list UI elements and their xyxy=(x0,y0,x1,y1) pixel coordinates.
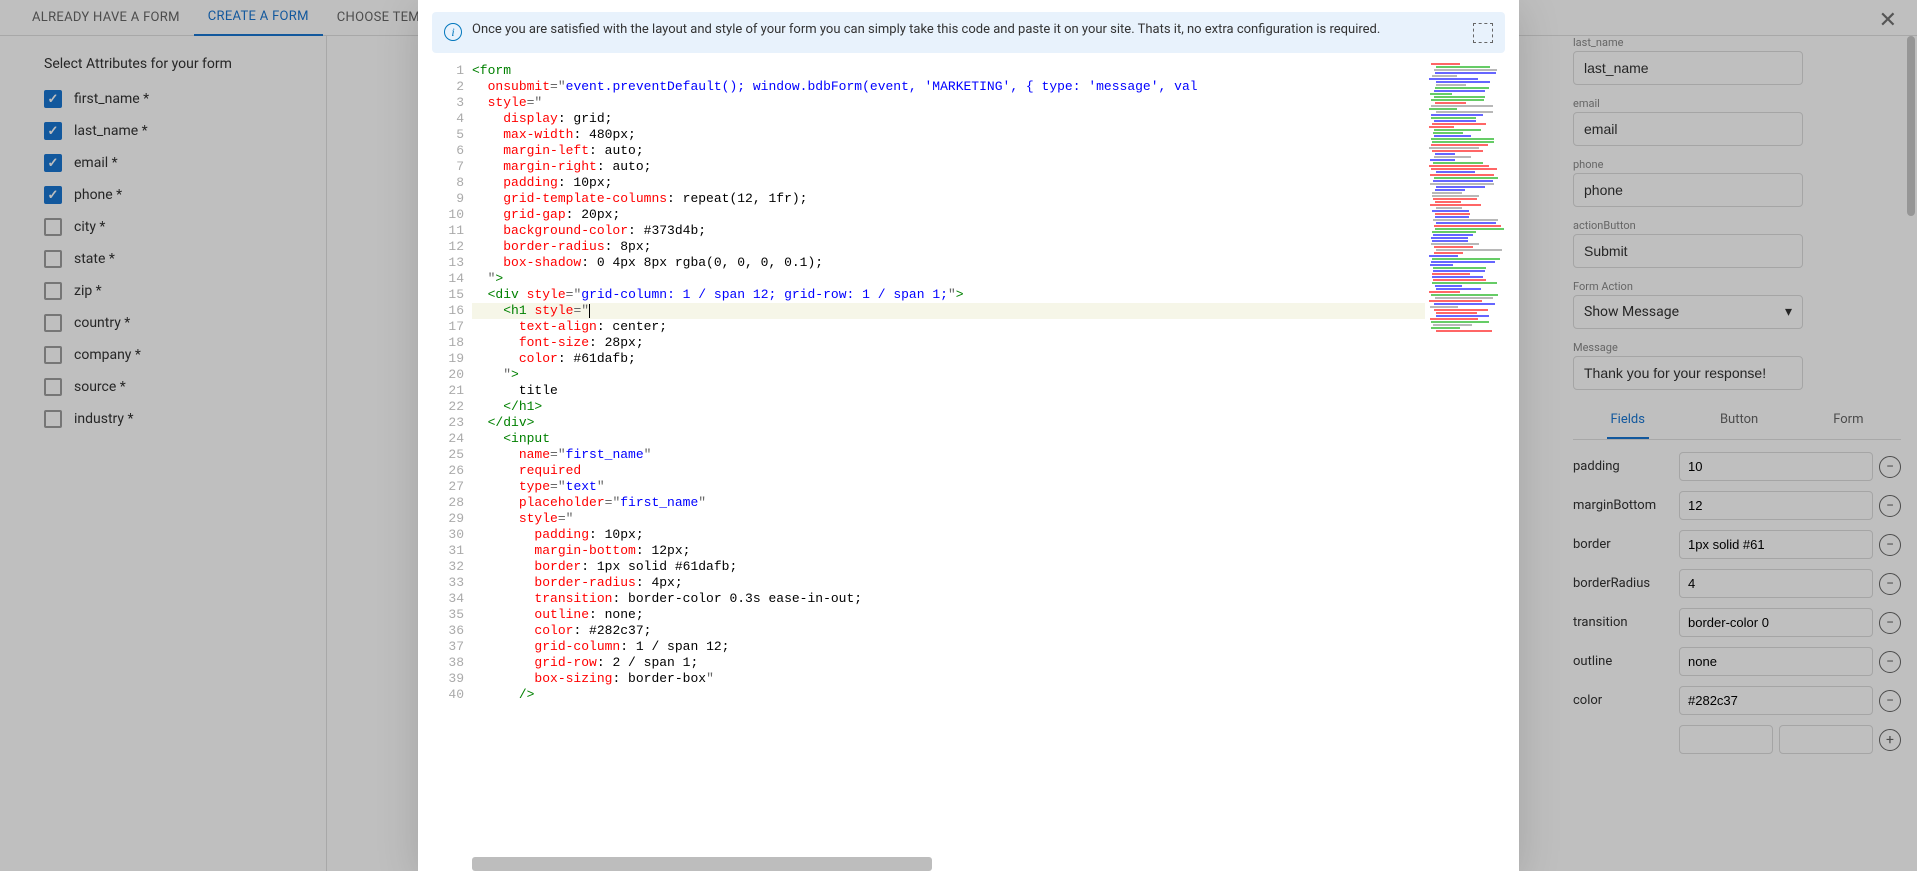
checkbox[interactable] xyxy=(44,90,62,108)
field-label: phone xyxy=(1573,158,1901,171)
info-text: Once you are satisfied with the layout a… xyxy=(472,22,1463,37)
checkbox[interactable] xyxy=(44,122,62,140)
attribute-label: city * xyxy=(74,219,105,235)
attribute-row[interactable]: country * xyxy=(44,314,326,332)
info-banner: i Once you are satisfied with the layout… xyxy=(432,12,1505,53)
minimap[interactable] xyxy=(1425,63,1505,871)
style-sub-tabs: Fields Button Form xyxy=(1573,402,1901,440)
checkbox[interactable] xyxy=(44,218,62,236)
remove-style-button[interactable]: − xyxy=(1879,495,1901,517)
attribute-row[interactable]: phone * xyxy=(44,186,326,204)
new-style-value-input[interactable] xyxy=(1779,725,1873,754)
attribute-label: source * xyxy=(74,379,126,395)
close-icon[interactable]: ✕ xyxy=(1879,8,1897,33)
remove-style-button[interactable]: − xyxy=(1879,651,1901,673)
style-key: borderRadius xyxy=(1573,576,1673,591)
attribute-label: company * xyxy=(74,347,141,363)
attribute-row[interactable]: industry * xyxy=(44,410,326,428)
field-input-last_name[interactable] xyxy=(1573,51,1803,85)
chevron-down-icon: ▾ xyxy=(1785,304,1792,320)
horizontal-scrollbar[interactable] xyxy=(472,857,932,871)
code-modal: i Once you are satisfied with the layout… xyxy=(418,0,1519,871)
form-action-select[interactable]: Show Message ▾ xyxy=(1573,295,1803,329)
attribute-row[interactable]: company * xyxy=(44,346,326,364)
remove-style-button[interactable]: − xyxy=(1879,690,1901,712)
attribute-label: country * xyxy=(74,315,130,331)
checkbox[interactable] xyxy=(44,282,62,300)
style-value-input[interactable] xyxy=(1679,452,1873,481)
style-value-input[interactable] xyxy=(1679,530,1873,559)
style-value-input[interactable] xyxy=(1679,686,1873,715)
checkbox[interactable] xyxy=(44,346,62,364)
remove-style-button[interactable]: − xyxy=(1879,456,1901,478)
attribute-row[interactable]: last_name * xyxy=(44,122,326,140)
attribute-label: state * xyxy=(74,251,115,267)
sub-tab-fields[interactable]: Fields xyxy=(1607,402,1649,439)
attributes-panel: Select Attributes for your form first_na… xyxy=(0,36,327,871)
field-input-phone[interactable] xyxy=(1573,173,1803,207)
attribute-row[interactable]: email * xyxy=(44,154,326,172)
copy-icon[interactable] xyxy=(1473,23,1493,43)
attribute-label: phone * xyxy=(74,187,122,203)
style-value-input[interactable] xyxy=(1679,569,1873,598)
attribute-label: email * xyxy=(74,155,118,171)
attribute-row[interactable]: state * xyxy=(44,250,326,268)
style-value-input[interactable] xyxy=(1679,608,1873,637)
form-action-label: Form Action xyxy=(1573,280,1901,293)
remove-style-button[interactable]: − xyxy=(1879,573,1901,595)
checkbox[interactable] xyxy=(44,250,62,268)
attribute-row[interactable]: zip * xyxy=(44,282,326,300)
checkbox[interactable] xyxy=(44,154,62,172)
attribute-label: first_name * xyxy=(74,91,149,107)
remove-style-button[interactable]: − xyxy=(1879,534,1901,556)
style-key: transition xyxy=(1573,615,1673,630)
scrollbar[interactable] xyxy=(1907,36,1915,216)
tab-already-have-a-form[interactable]: ALREADY HAVE A FORM xyxy=(18,0,194,36)
code-editor[interactable]: 1234567891011121314151617181920212223242… xyxy=(432,63,1505,871)
field-label: last_name xyxy=(1573,36,1901,49)
style-key: marginBottom xyxy=(1573,498,1673,513)
line-gutter: 1234567891011121314151617181920212223242… xyxy=(432,63,472,871)
style-key: border xyxy=(1573,537,1673,552)
style-value-input[interactable] xyxy=(1679,647,1873,676)
field-input-email[interactable] xyxy=(1573,112,1803,146)
attribute-label: last_name * xyxy=(74,123,148,139)
style-key: padding xyxy=(1573,459,1673,474)
field-label: email xyxy=(1573,97,1901,110)
remove-style-button[interactable]: − xyxy=(1879,612,1901,634)
field-input-actionButton[interactable] xyxy=(1573,234,1803,268)
tab-create-a-form[interactable]: CREATE A FORM xyxy=(194,0,323,36)
message-label: Message xyxy=(1573,341,1901,354)
code-content[interactable]: <form onsubmit="event.preventDefault(); … xyxy=(472,63,1425,871)
sub-tab-form[interactable]: Form xyxy=(1829,402,1867,439)
message-input[interactable] xyxy=(1573,356,1803,390)
properties-panel: last_nameemail phone actionButton Form Act… xyxy=(1567,36,1917,871)
sub-tab-button[interactable]: Button xyxy=(1716,402,1762,439)
style-key: outline xyxy=(1573,654,1673,669)
attribute-row[interactable]: source * xyxy=(44,378,326,396)
checkbox[interactable] xyxy=(44,186,62,204)
field-label: actionButton xyxy=(1573,219,1901,232)
attribute-row[interactable]: first_name * xyxy=(44,90,326,108)
checkbox[interactable] xyxy=(44,410,62,428)
checkbox[interactable] xyxy=(44,314,62,332)
attribute-row[interactable]: city * xyxy=(44,218,326,236)
new-style-key-input[interactable] xyxy=(1679,725,1773,754)
info-icon: i xyxy=(444,23,462,41)
attribute-label: zip * xyxy=(74,283,102,299)
add-style-button[interactable]: + xyxy=(1879,729,1901,751)
checkbox[interactable] xyxy=(44,378,62,396)
style-key: color xyxy=(1573,693,1673,708)
attribute-label: industry * xyxy=(74,411,134,427)
style-value-input[interactable] xyxy=(1679,491,1873,520)
attributes-title: Select Attributes for your form xyxy=(44,56,326,72)
